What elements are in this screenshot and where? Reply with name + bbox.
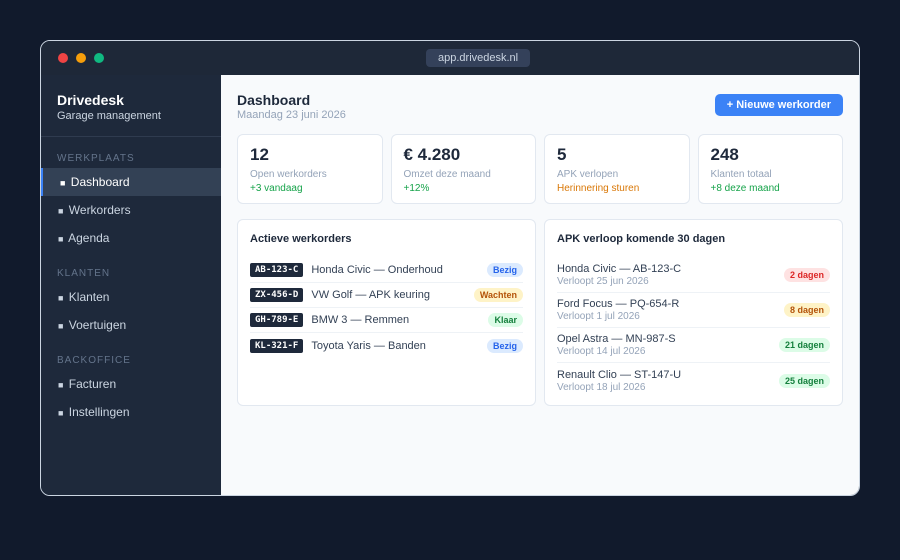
apk-expiry-panel: APK verloop komende 30 dagen Honda Civic… [544,219,843,406]
stat-card: € 4.280 Omzet deze maand +12% [390,134,536,204]
stat-subtext: +12% [403,183,430,194]
stat-label: Open werkorders [250,169,327,180]
maximize-window-button[interactable] [94,53,104,63]
work-order-row[interactable]: ZX-456-D VW Golf — APK keuring Wachten [250,283,523,308]
apk-vehicle: Renault Clio — ST-147-U [557,368,682,381]
sidebar-item-label: Agenda [68,231,110,245]
work-order-row[interactable]: GH-789-E BMW 3 — Remmen Klaar [250,308,523,333]
square-bullet-icon: ■ [60,178,66,188]
panel-title: Actieve werkorders [250,233,352,245]
license-plate: GH-789-E [250,313,304,327]
square-bullet-icon: ■ [58,293,64,303]
license-plate: KL-321-F [250,338,304,353]
sidebar-item-agenda[interactable]: ■ Agenda [41,224,221,252]
stat-label: Klanten totaal [710,169,772,180]
stat-label: APK verlopen [557,169,619,180]
apk-row[interactable]: Ford Focus — PQ-654-R Verloopt 1 jul 2026… [557,293,830,328]
nav-section-label: KLANTEN [57,268,111,279]
apk-info: Renault Clio — ST-147-U Verloopt 18 jul 2… [557,369,779,393]
sidebar-item-label: Voertuigen [68,318,127,332]
sidebar-item-label: Werkorders [68,203,131,217]
apk-info: Opel Astra — MN-987-S Verloopt 14 jul 202… [557,333,779,357]
apk-vehicle: Honda Civic — AB-123-C [557,263,682,275]
stat-value: 5 [557,145,567,164]
stat-subtext: +3 vandaag [250,183,303,194]
stat-subtext[interactable]: Herinnering sturen [557,183,677,194]
sidebar-item-klanten[interactable]: ■ Klanten [41,283,221,311]
panel-title: APK verloop komende 30 dagen [557,233,726,245]
stat-value: 12 [250,145,269,164]
stat-card: 12 Open werkorders +3 vandaag [237,134,383,204]
square-bullet-icon: ■ [58,380,64,390]
sidebar-item-facturen[interactable]: ■ Facturen [41,370,221,398]
stat-subtext: +8 deze maand [710,183,780,194]
work-order-row[interactable]: AB-123-C Honda Civic — Onderhoud Bezig [250,258,523,283]
sidebar-item-label: Klanten [68,290,110,304]
minimize-window-button[interactable] [76,53,86,63]
main-content: Dashboard Maandag 23 juni 2026 + Nieuwe … [221,75,859,495]
sidebar-nav: WERKPLAATS ■ Dashboard ■ Werkorders ■ Agend… [41,153,221,426]
stat-label: Omzet deze maand [403,169,491,180]
apk-info: Honda Civic — AB-123-C Verloopt 25 jun 20… [557,263,784,287]
sidebar-item-label: Facturen [68,377,117,391]
work-order-row[interactable]: KL-321-F Toyota Yaris — Banden Bezig [250,333,523,358]
license-plate: ZX-456-D [250,288,304,302]
apk-expiry-date: Verloopt 1 jul 2026 [557,311,640,322]
square-bullet-icon: ■ [58,206,64,216]
status-badge: Wachten [473,288,523,302]
days-remaining-badge: 25 dagen [778,373,830,388]
apk-vehicle: Ford Focus — PQ-654-R [557,298,680,310]
sidebar-item-werkorders[interactable]: ■ Werkorders [41,196,221,224]
new-work-order-button[interactable]: + Nieuwe werkorder [714,94,843,116]
brand-subtitle: Garage management [57,110,161,122]
apk-list: Honda Civic — AB-123-C Verloopt 25 jun 20… [557,258,830,398]
apk-expiry-date: Verloopt 25 jun 2026 [557,276,649,287]
sidebar-item-label: Instellingen [68,405,130,419]
license-plate: AB-123-C [250,263,304,277]
sidebar-item-voertuigen[interactable]: ■ Voertuigen [41,311,221,339]
square-bullet-icon: ■ [58,321,64,331]
stat-value: 248 [710,145,739,164]
stat-value: € 4.280 [403,145,461,164]
status-badge: Klaar [488,313,523,327]
brand-name: Drivedesk [57,92,124,108]
apk-row[interactable]: Renault Clio — ST-147-U Verloopt 18 jul 2… [557,363,830,398]
days-remaining-badge: 8 dagen [783,303,830,317]
days-remaining-badge: 2 dagen [783,268,830,282]
apk-vehicle: Opel Astra — MN-987-S [557,333,676,345]
work-order-description: Toyota Yaris — Banden [311,339,426,352]
stats-row: 12 Open werkorders +3 vandaag € 4.280 Omzet … [237,134,843,204]
work-order-description: BMW 3 — Remmen [311,314,410,326]
title-bar: app.drivedesk.nl [41,41,859,75]
status-badge: Bezig [486,338,523,353]
brand: Drivedesk Garage management [41,75,221,137]
apk-expiry-date: Verloopt 14 jul 2026 [557,346,646,357]
close-window-button[interactable] [58,53,68,63]
work-order-list: AB-123-C Honda Civic — Onderhoud Bezig ZX-4… [250,258,523,358]
sidebar-item-dashboard[interactable]: ■ Dashboard [41,168,221,196]
nav-section-label: WERKPLAATS [57,153,135,164]
apk-info: Ford Focus — PQ-654-R Verloopt 1 jul 2026 [557,298,784,322]
status-badge: Bezig [486,263,523,277]
work-order-description: VW Golf — APK keuring [311,289,430,301]
apk-row[interactable]: Honda Civic — AB-123-C Verloopt 25 jun 20… [557,258,830,293]
sidebar-item-instellingen[interactable]: ■ Instellingen [41,398,221,426]
sidebar: Drivedesk Garage management WERKPLAATS ■ … [41,75,221,495]
stat-card: 248 Klanten totaal +8 deze maand [697,134,843,204]
window-controls [58,53,104,63]
active-work-orders-panel: Actieve werkorders AB-123-C Honda Civic —… [237,219,536,406]
apk-row[interactable]: Opel Astra — MN-987-S Verloopt 14 jul 202… [557,328,830,363]
apk-expiry-date: Verloopt 18 jul 2026 [557,381,646,393]
work-order-description: Honda Civic — Onderhoud [311,264,443,276]
sidebar-item-label: Dashboard [70,175,130,189]
app-window: app.drivedesk.nl Drivedesk Garage manage… [40,40,860,496]
square-bullet-icon: ■ [58,234,64,244]
days-remaining-badge: 21 dagen [778,338,830,352]
address-bar[interactable]: app.drivedesk.nl [426,49,531,67]
stat-card: 5 APK verlopen Herinnering sturen [544,134,690,204]
nav-section-label: BACKOFFICE [57,355,131,366]
square-bullet-icon: ■ [58,408,64,418]
